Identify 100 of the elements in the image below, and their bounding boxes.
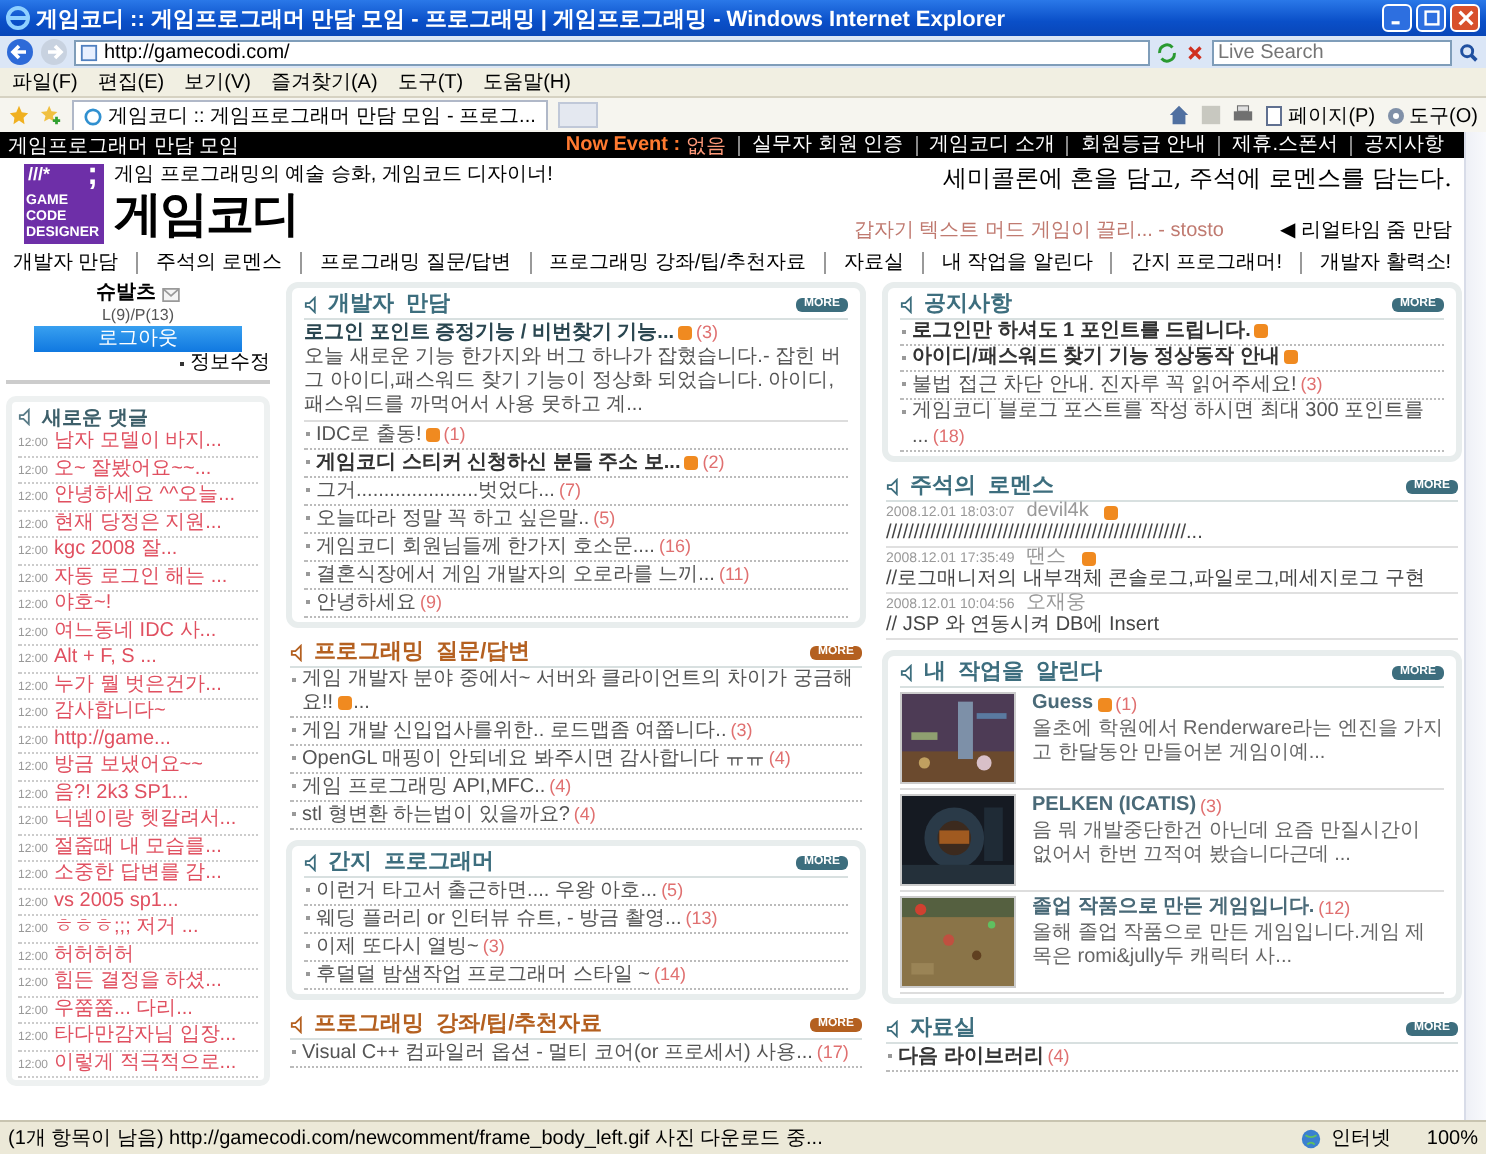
post-link[interactable]: 안녕하세요 (9) xyxy=(304,590,848,618)
post-link[interactable]: 오늘따라 정말 꼭 하고 싶은말.. (5) xyxy=(304,506,848,534)
menu-item[interactable]: 파일(F) xyxy=(12,68,78,96)
browser-tab[interactable]: 게임코디 :: 게임프로그래머 만담 모임 - 프로그... xyxy=(72,100,548,130)
nav-link[interactable]: 프로그래밍 질문/답변 xyxy=(299,252,530,274)
post-link[interactable]: 게임코디 회원님들께 한가지 호소문.... (16) xyxy=(304,534,848,562)
comment-count: (3) xyxy=(1300,374,1323,394)
work-title[interactable]: Guess xyxy=(1032,692,1094,716)
post-link[interactable]: 이제 또다시 열빙~ (3) xyxy=(304,934,848,962)
note-text[interactable]: //로그매니저의 내부객체 콘솔로그,파일로그,메세지로그 구현 xyxy=(886,568,1458,592)
nav-link[interactable]: 프로그래밍 강좌/팁/추천자료 xyxy=(529,252,824,274)
section-title[interactable]: 개발자 만담 xyxy=(328,291,451,317)
comment-count: (3) xyxy=(730,720,753,740)
post-link[interactable]: 결혼식장에서 게임 개발자의 오로라를 느끼... (11) xyxy=(304,562,848,590)
top-link[interactable]: 실무자 회원 인증 xyxy=(738,135,916,155)
post-link[interactable]: stl 형변환 하는법이 있을까요? (4) xyxy=(290,802,862,830)
page-menu-button[interactable]: 페이지(P) xyxy=(1264,101,1376,129)
nav-link[interactable]: 개발자 만담 xyxy=(0,252,137,274)
back-icon[interactable] xyxy=(6,38,34,66)
comment-count: (11) xyxy=(718,564,750,584)
star-icon[interactable] xyxy=(8,104,30,126)
refresh-icon[interactable] xyxy=(1156,41,1178,63)
post-link[interactable]: 게임코디 스티커 신청하신 분들 주소 보... (2) xyxy=(304,450,848,478)
post-link[interactable]: 웨딩 플러리 or 인터뷰 슈트, - 방금 촬영... (13) xyxy=(304,906,848,934)
menu-item[interactable]: 도구(T) xyxy=(397,68,464,96)
zoom-button[interactable]: 100% xyxy=(1426,1127,1478,1149)
brand-name: 게임코디 xyxy=(114,188,300,244)
stop-icon[interactable] xyxy=(1184,41,1206,63)
address-field[interactable]: http://gamecodi.com/ xyxy=(74,39,1150,65)
loading-icon xyxy=(84,107,102,125)
speaker-icon xyxy=(886,1019,904,1037)
top-link[interactable]: 공지사항 xyxy=(1350,135,1456,155)
post-link[interactable]: 불법 접근 차단 안내. 진자루 꼭 읽어주세요! (3) xyxy=(900,372,1444,400)
post-link[interactable]: OpenGL 매핑이 안되네요 봐주시면 감사합니다 ㅠㅠ (4) xyxy=(290,746,862,774)
comment-count: (9) xyxy=(420,592,442,612)
tools-menu-button[interactable]: 도구(O) xyxy=(1385,101,1478,129)
post-link[interactable]: 게임 개발자 분야 중에서~ 서버와 클라이언트의 차이가 궁금해요!! ... xyxy=(290,668,862,718)
close-button[interactable] xyxy=(1450,4,1480,32)
speaker-icon xyxy=(900,663,918,681)
home-icon[interactable] xyxy=(1168,104,1191,126)
post-link[interactable]: 게임코디 블로그 포스트를 작성 하시면 최대 300 포인트를 ... (18) xyxy=(900,400,1444,452)
section-title[interactable]: 자료실 xyxy=(910,1015,976,1041)
minimize-button[interactable] xyxy=(1382,4,1412,32)
search-icon[interactable] xyxy=(1458,41,1480,63)
post-link[interactable]: 그거......................벗었다... (7) xyxy=(304,478,848,506)
nav-link[interactable]: 자료실 xyxy=(823,252,922,274)
logo-punct-text: ; xyxy=(87,158,98,194)
mail-icon[interactable] xyxy=(162,287,180,301)
menu-item[interactable]: 즐겨찾기(A) xyxy=(270,68,378,96)
comment-count: (7) xyxy=(558,480,581,500)
edit-profile-link[interactable]: 정보수정 xyxy=(180,352,270,376)
note-text[interactable]: // JSP 와 연동시켜 DB에 Insert xyxy=(886,614,1458,638)
nav-link[interactable]: 내 작업을 알린다 xyxy=(921,252,1111,274)
section-title[interactable]: 내 작업을 알린다 xyxy=(924,659,1103,685)
nav-link[interactable]: 간지 프로그래머! xyxy=(1110,252,1301,274)
headline-link[interactable]: 로그인 포인트 증정기능 / 비번찾기 기능... (3) xyxy=(304,320,848,346)
section-title[interactable]: 프로그래밍 강좌/팁/추천자료 xyxy=(314,1011,603,1037)
top-link[interactable]: 제휴.스폰서 xyxy=(1218,135,1350,155)
print-icon[interactable] xyxy=(1232,104,1255,126)
note-text[interactable]: //////////////////////////////////////////////////////... xyxy=(886,522,1458,546)
top-link[interactable]: 회원등급 안내 xyxy=(1066,135,1219,155)
menu-item[interactable]: 도움말(H) xyxy=(483,68,571,96)
section-title[interactable]: 공지사항 xyxy=(924,291,1012,317)
post-link[interactable]: IDC로 출동! (1) xyxy=(304,422,848,450)
comment-count: (1) xyxy=(1115,692,1138,716)
event-link[interactable]: 없음 xyxy=(686,132,739,159)
search-field[interactable]: Live Search xyxy=(1212,39,1452,65)
tagline: 게임 프로그래밍의 예술 승화, 게임코드 디자이너! xyxy=(114,164,553,188)
nav-link[interactable]: 주석의 로멘스 xyxy=(136,252,300,274)
maximize-button[interactable] xyxy=(1416,4,1446,32)
post-link[interactable]: 이런거 타고서 출근하면.... 우왕 아호... (5) xyxy=(304,878,848,906)
section-title: 새로운 댓글 xyxy=(42,405,148,431)
section-title[interactable]: 주석의 로멘스 xyxy=(910,473,1055,499)
post-link[interactable]: 다음 라이브러리 (4) xyxy=(886,1044,1458,1072)
section-title[interactable]: 프로그래밍 질문/답변 xyxy=(314,639,531,665)
top-link[interactable]: 게임코디 소개 xyxy=(915,135,1067,155)
ellipsis-text: ... xyxy=(353,692,370,714)
scrollbar[interactable] xyxy=(1464,132,1486,1120)
menu-item[interactable]: 편집(E) xyxy=(97,68,165,96)
page-icon xyxy=(1264,105,1285,125)
post-link[interactable]: 게임 개발 신입업사를위한.. 로드맵좀 여쭙니다.. (3) xyxy=(290,718,862,746)
browser-logo-icon xyxy=(6,6,30,30)
speaker-icon xyxy=(290,1015,308,1033)
post-link[interactable]: 아이디/패스워드 찾기 기능 정상동작 안내 xyxy=(900,346,1444,372)
comment-count: (16) xyxy=(658,536,691,556)
add-favorite-icon[interactable] xyxy=(40,104,62,126)
speaker-icon xyxy=(18,408,36,426)
realtime-link[interactable]: ◀ 리얼타임 줌 만담 xyxy=(1279,220,1452,244)
zone-text: 인터넷 xyxy=(1330,1126,1393,1152)
work-title[interactable]: PELKEN (ICATIS) xyxy=(1032,794,1197,818)
post-link[interactable]: 로그인만 하셔도 1 포인트를 드립니다. xyxy=(900,320,1444,346)
comment-count: (13) xyxy=(685,908,718,928)
post-link[interactable]: Visual C++ 컴파일러 옵션 - 멀티 코어(or 프로세서) 사용... (17) xyxy=(290,1040,862,1068)
menu-item[interactable]: 보기(V) xyxy=(184,68,251,96)
window-title: 게임코디 :: 게임프로그래머 만담 모임 - 프로그래밍 | 게임프로그래밍 - Windows Internet Explorer xyxy=(36,5,1006,33)
post-link[interactable]: 게임 프로그래밍 API,MFC.. (4) xyxy=(290,774,862,802)
work-title[interactable]: 졸업 작품으로 만든 게임입니다. xyxy=(1032,896,1315,920)
section-title[interactable]: 간지 프로그래머 xyxy=(328,849,495,875)
comment-count: (14) xyxy=(653,964,686,984)
post-link[interactable]: 후덜덜 밤샘작업 프로그래머 스타일 ~ (14) xyxy=(304,962,848,990)
